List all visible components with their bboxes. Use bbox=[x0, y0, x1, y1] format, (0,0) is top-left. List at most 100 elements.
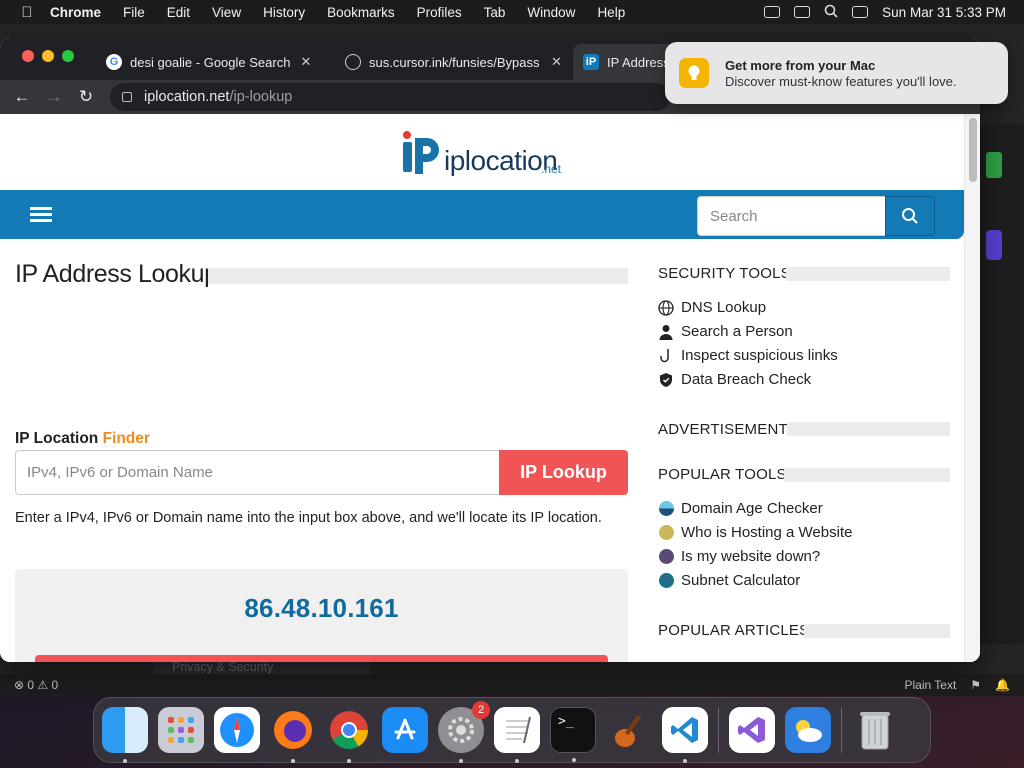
menu-datetime[interactable]: Sun Mar 31 5:33 PM bbox=[882, 5, 1006, 20]
menu-app-name[interactable]: Chrome bbox=[50, 5, 101, 20]
menu-profiles[interactable]: Profiles bbox=[417, 5, 462, 20]
sidebar-item-label: Who is Hosting a Website bbox=[681, 524, 853, 541]
safari-icon[interactable] bbox=[214, 707, 260, 753]
window-controls bbox=[22, 50, 74, 62]
privacy-security-label: Privacy & Security bbox=[172, 660, 274, 674]
sidebar-item-label: Subnet Calculator bbox=[681, 572, 801, 589]
display-icon[interactable] bbox=[764, 6, 781, 18]
chrome-window: G desi goalie - Google Search ✕ sus.curs… bbox=[0, 38, 980, 662]
sidebar-item-website-down[interactable]: Is my website down? bbox=[658, 548, 820, 565]
site-search-button[interactable] bbox=[885, 196, 935, 236]
popular-tools-heading: POPULAR TOOLS bbox=[658, 466, 787, 483]
control-center-icon[interactable] bbox=[852, 6, 869, 18]
terminal-icon[interactable]: >_ bbox=[550, 707, 596, 762]
back-arrow-icon[interactable]: ← bbox=[6, 87, 38, 107]
dock-separator bbox=[718, 707, 719, 753]
firefox-icon[interactable] bbox=[270, 707, 316, 763]
minimize-window-button[interactable] bbox=[42, 50, 54, 62]
sidebar-item-dns-lookup[interactable]: DNS Lookup bbox=[658, 299, 766, 316]
tab-title: IP Address bbox=[607, 54, 670, 70]
ip-logo-mark-icon bbox=[403, 131, 439, 174]
logo-tld: .net bbox=[541, 162, 562, 176]
trash-icon[interactable] bbox=[852, 707, 898, 753]
url-path: /ip-lookup bbox=[229, 89, 293, 105]
tab-google-search[interactable]: G desi goalie - Google Search ✕ bbox=[96, 44, 332, 80]
menu-bookmarks[interactable]: Bookmarks bbox=[327, 5, 395, 20]
ip-lookup-input[interactable]: IPv4, IPv6 or Domain Name bbox=[15, 450, 500, 495]
close-tab-icon[interactable]: ✕ bbox=[551, 54, 562, 70]
notification-subtitle: Discover must-know features you'll love. bbox=[725, 73, 957, 89]
lock-icon[interactable] bbox=[122, 92, 132, 102]
sidebar-item-search-person[interactable]: Search a Person bbox=[658, 323, 793, 340]
visual-studio-icon[interactable] bbox=[729, 707, 775, 753]
globe-favicon-icon bbox=[345, 54, 361, 70]
address-bar[interactable]: iplocation.net/ip-lookup bbox=[110, 83, 670, 111]
hosting-icon bbox=[658, 525, 674, 541]
menu-history[interactable]: History bbox=[263, 5, 305, 20]
ip-input-placeholder: IPv4, IPv6 or Domain Name bbox=[27, 464, 213, 481]
sidebar-item-domain-age[interactable]: Domain Age Checker bbox=[658, 500, 823, 517]
sidebar-item-breach-check[interactable]: Data Breach Check bbox=[658, 371, 811, 388]
menu-tab[interactable]: Tab bbox=[484, 5, 506, 20]
security-tools-heading: SECURITY TOOLS bbox=[658, 265, 791, 282]
sidebar-item-inspect-links[interactable]: Inspect suspicious links bbox=[658, 347, 838, 364]
search-placeholder: Search bbox=[710, 207, 758, 225]
sidebar-item-subnet[interactable]: Subnet Calculator bbox=[658, 572, 800, 589]
macos-notification[interactable]: Get more from your Mac Discover must-kno… bbox=[665, 42, 1008, 104]
finder-accent: Finder bbox=[102, 430, 150, 447]
dns-icon bbox=[658, 299, 674, 316]
close-window-button[interactable] bbox=[22, 50, 34, 62]
problems-count[interactable]: ⊗ 0 ⚠ 0 bbox=[14, 678, 58, 692]
textedit-icon[interactable] bbox=[494, 707, 540, 763]
editor-purple-tab bbox=[986, 230, 1002, 260]
site-search-input[interactable]: Search bbox=[697, 196, 886, 236]
advertisement-divider bbox=[787, 422, 950, 436]
close-tab-icon[interactable]: ✕ bbox=[300, 54, 311, 70]
tab-cursor-ink[interactable]: sus.cursor.ink/funsies/Bypass ✕ bbox=[335, 44, 573, 80]
ip-lookup-button[interactable]: IP Lookup bbox=[499, 450, 628, 495]
vscode-icon[interactable] bbox=[662, 707, 708, 763]
zoom-window-button[interactable] bbox=[62, 50, 74, 62]
reload-icon[interactable]: ↻ bbox=[70, 87, 102, 107]
menu-view[interactable]: View bbox=[212, 5, 241, 20]
chrome-icon[interactable] bbox=[326, 707, 372, 763]
sidebar-item-label: DNS Lookup bbox=[681, 299, 767, 316]
sidebar-item-label: Data Breach Check bbox=[681, 371, 812, 388]
title-divider bbox=[208, 268, 628, 284]
sidebar-item-hosting[interactable]: Who is Hosting a Website bbox=[658, 524, 852, 541]
launchpad-icon[interactable] bbox=[158, 707, 204, 753]
subnet-icon bbox=[658, 573, 674, 589]
dock: 2 >_ bbox=[93, 697, 931, 763]
page-title: IP Address Lookup bbox=[15, 260, 218, 288]
sidebar-item-label: Search a Person bbox=[681, 323, 793, 340]
system-settings-icon[interactable]: 2 bbox=[438, 701, 490, 763]
menu-file[interactable]: File bbox=[123, 5, 145, 20]
finder-icon[interactable] bbox=[102, 707, 148, 763]
page-viewport: iplocation .net Search IP Address Lookup… bbox=[0, 114, 980, 662]
page-scrollbar[interactable] bbox=[964, 114, 980, 662]
language-mode[interactable]: Plain Text bbox=[904, 678, 956, 692]
menu-edit[interactable]: Edit bbox=[167, 5, 190, 20]
list-menu-icon[interactable] bbox=[30, 207, 52, 223]
current-ip-address: 86.48.10.161 bbox=[244, 593, 399, 623]
menu-window[interactable]: Window bbox=[527, 5, 575, 20]
garageband-icon[interactable] bbox=[606, 707, 652, 753]
site-logo[interactable]: iplocation .net bbox=[402, 128, 561, 176]
website-down-icon bbox=[658, 549, 674, 565]
app-store-icon[interactable] bbox=[382, 707, 428, 753]
notifications-bell-icon[interactable]: 🔔 bbox=[995, 678, 1010, 692]
menu-help[interactable]: Help bbox=[597, 5, 625, 20]
scrollbar-thumb[interactable] bbox=[969, 118, 977, 182]
weather-icon[interactable] bbox=[785, 707, 831, 753]
articles-divider bbox=[804, 624, 950, 638]
site-navbar: Search bbox=[0, 190, 964, 239]
dock-separator bbox=[841, 707, 842, 753]
finder-label: IP Location Finder bbox=[15, 430, 150, 448]
feedback-icon[interactable]: ⚑ bbox=[970, 678, 981, 692]
apple-menu-icon[interactable]:  bbox=[10, 4, 44, 21]
forward-arrow-icon[interactable]: → bbox=[38, 87, 70, 107]
shield-icon bbox=[658, 372, 674, 388]
sidebar-item-label: Inspect suspicious links bbox=[681, 347, 838, 364]
screen-mirroring-icon[interactable] bbox=[794, 6, 811, 18]
spotlight-search-icon[interactable] bbox=[824, 4, 838, 21]
